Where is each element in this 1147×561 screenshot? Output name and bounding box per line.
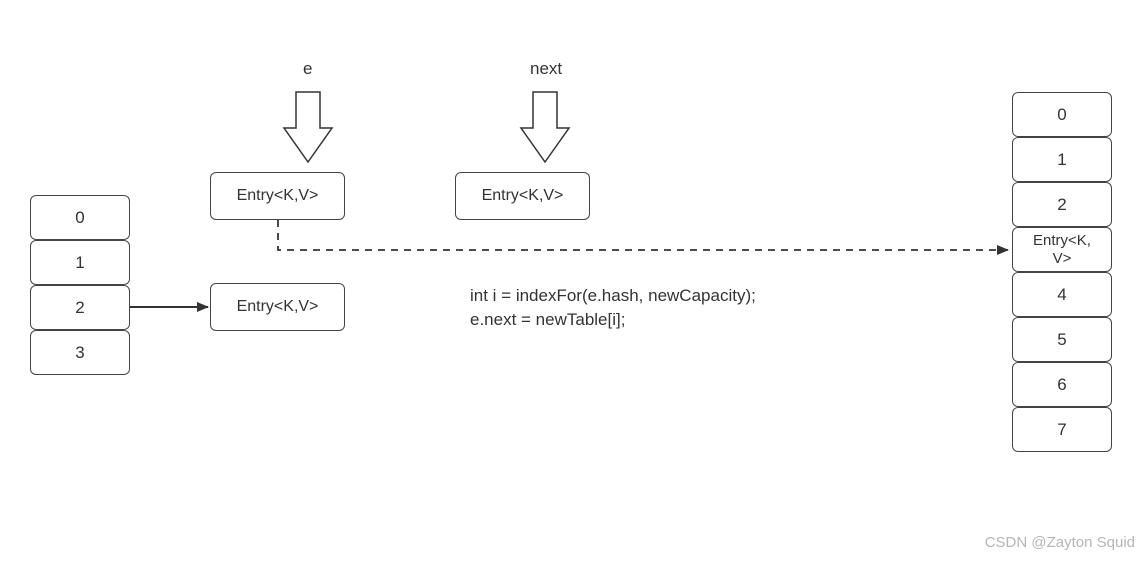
- entry-box-e: Entry<K,V>: [210, 172, 345, 220]
- entry-box-e-label: Entry<K,V>: [237, 187, 319, 205]
- right-table-label-2: 2: [1057, 195, 1066, 215]
- watermark-text: CSDN @Zayton Squid: [985, 534, 1135, 551]
- pointer-label-next: next: [530, 59, 562, 79]
- right-table-label-5: 5: [1057, 330, 1066, 350]
- right-table-label-4: 4: [1057, 285, 1066, 305]
- entry-box-next: Entry<K,V>: [455, 172, 590, 220]
- hollow-arrow-e: [284, 92, 332, 162]
- right-table-label-6: 6: [1057, 375, 1066, 395]
- right-table-cell-3: Entry<K, V>: [1012, 227, 1112, 272]
- entry-box-chain: Entry<K,V>: [210, 283, 345, 331]
- left-table-cell-3: 3: [30, 330, 130, 375]
- right-table-cell-5: 5: [1012, 317, 1112, 362]
- right-table-label-7: 7: [1057, 420, 1066, 440]
- left-table-label-0: 0: [75, 208, 84, 228]
- code-line-1: int i = indexFor(e.hash, newCapacity);: [470, 284, 756, 308]
- hollow-arrow-next: [521, 92, 569, 162]
- left-table-cell-2: 2: [30, 285, 130, 330]
- left-table-label-3: 3: [75, 343, 84, 363]
- entry-box-chain-label: Entry<K,V>: [237, 298, 319, 316]
- arrows-layer: [0, 0, 1147, 561]
- left-table-cell-1: 1: [30, 240, 130, 285]
- left-table-cell-0: 0: [30, 195, 130, 240]
- entry-box-next-label: Entry<K,V>: [482, 187, 564, 205]
- right-table-cell-4: 4: [1012, 272, 1112, 317]
- right-table-cell-6: 6: [1012, 362, 1112, 407]
- right-table-label-1: 1: [1057, 150, 1066, 170]
- pointer-label-e: e: [303, 59, 312, 79]
- code-line-2: e.next = newTable[i];: [470, 308, 625, 332]
- right-table-label-3: Entry<K, V>: [1033, 232, 1091, 267]
- left-table-label-1: 1: [75, 253, 84, 273]
- right-table-cell-7: 7: [1012, 407, 1112, 452]
- right-table-cell-2: 2: [1012, 182, 1112, 227]
- right-table-cell-0: 0: [1012, 92, 1112, 137]
- right-table-label-0: 0: [1057, 105, 1066, 125]
- arrow-dashed-to-newtable: [278, 220, 1008, 250]
- right-table-cell-1: 1: [1012, 137, 1112, 182]
- left-table-label-2: 2: [75, 298, 84, 318]
